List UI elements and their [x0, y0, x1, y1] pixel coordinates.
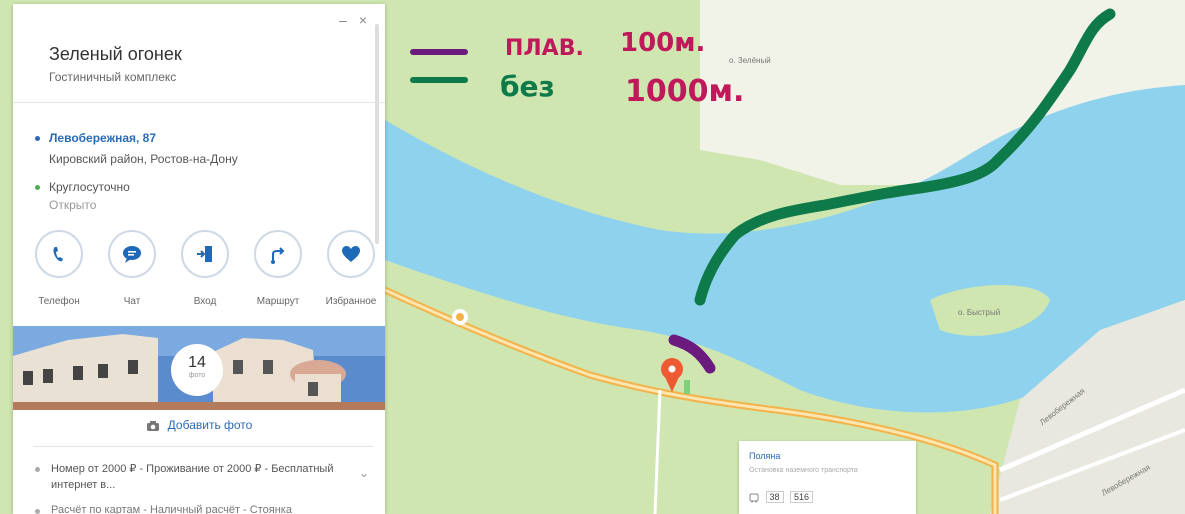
window-controls[interactable]: – ×: [339, 12, 371, 28]
place-subtitle: Гостиничный комплекс: [49, 70, 177, 84]
photo-count-badge[interactable]: 14 фото: [171, 344, 223, 396]
hours-text: Круглосуточно: [49, 180, 130, 194]
divider: [13, 102, 385, 103]
amenities-text: Номер от 2000 ₽ - Проживание от 2000 ₽ -…: [51, 463, 334, 491]
photo-gallery[interactable]: 14 фото: [13, 326, 385, 410]
add-photo-button[interactable]: Добавить фото: [13, 418, 385, 432]
hotel-building: [684, 380, 690, 394]
favorite-label: Избранное: [325, 296, 377, 307]
entrance-button[interactable]: Вход: [171, 230, 239, 307]
add-photo-label: Добавить фото: [167, 418, 253, 432]
route-icon: [271, 247, 285, 264]
transit-routes: 38 516: [749, 491, 817, 503]
favorite-button[interactable]: Избранное: [317, 230, 385, 307]
photo-caption: фото: [188, 372, 206, 379]
bus-icon: [749, 493, 759, 503]
route-badge[interactable]: 38: [765, 491, 784, 503]
open-status: Открыто: [49, 198, 97, 212]
heart-icon: [342, 246, 360, 262]
map-label-zeleny: о. Зелёный: [729, 56, 771, 65]
divider: [33, 446, 373, 447]
annotation-purple-label: ПЛАВ.: [505, 36, 584, 61]
entrance-label: Вход: [193, 296, 217, 307]
phone-button[interactable]: Телефон: [25, 230, 93, 307]
map-label-bystry: о. Быстрый: [958, 308, 1001, 317]
open-status-dot: [35, 185, 40, 190]
transit-stop-type: Остановка наземного транспорта: [749, 467, 858, 474]
scrollbar[interactable]: [375, 24, 379, 244]
annotation-green-label: без: [500, 70, 555, 103]
address-bullet: [35, 136, 40, 141]
chat-label: Чат: [123, 296, 141, 307]
annotation-green-value: 1000м.: [625, 74, 745, 109]
camera-icon: [146, 420, 159, 431]
poi-icon[interactable]: [452, 309, 468, 325]
amenities-bullet: [35, 509, 40, 514]
amenities-bullet: [35, 467, 40, 472]
entrance-icon: [197, 246, 212, 262]
chevron-down-icon[interactable]: ⌄: [359, 466, 369, 480]
chat-icon: [123, 246, 141, 263]
route-button[interactable]: Маршрут: [244, 230, 312, 307]
route-badge[interactable]: 516: [790, 491, 814, 503]
annotation-purple-value: 100м.: [620, 28, 706, 58]
place-card: – × Зеленый огонек Гостиничный комплекс …: [13, 4, 385, 514]
photo-count: 14: [188, 354, 206, 371]
phone-icon: [53, 247, 63, 262]
chat-button[interactable]: Чат: [98, 230, 166, 307]
district-text: Кировский район, Ростов-на-Дону: [49, 152, 238, 166]
payment-text: Расчёт по картам - Наличный расчёт - Сто…: [51, 504, 292, 514]
phone-label: Телефон: [38, 296, 80, 307]
route-label: Маршрут: [256, 296, 300, 307]
action-bar: Телефон Чат Вход Маршрут Избранное: [13, 230, 385, 310]
address-link[interactable]: Левобережная, 87: [49, 131, 156, 145]
place-title: Зеленый огонек: [49, 44, 182, 64]
transit-stop-name[interactable]: Поляна: [749, 451, 780, 461]
transit-stop-popup[interactable]: Поляна Остановка наземного транспорта 38…: [739, 441, 916, 514]
